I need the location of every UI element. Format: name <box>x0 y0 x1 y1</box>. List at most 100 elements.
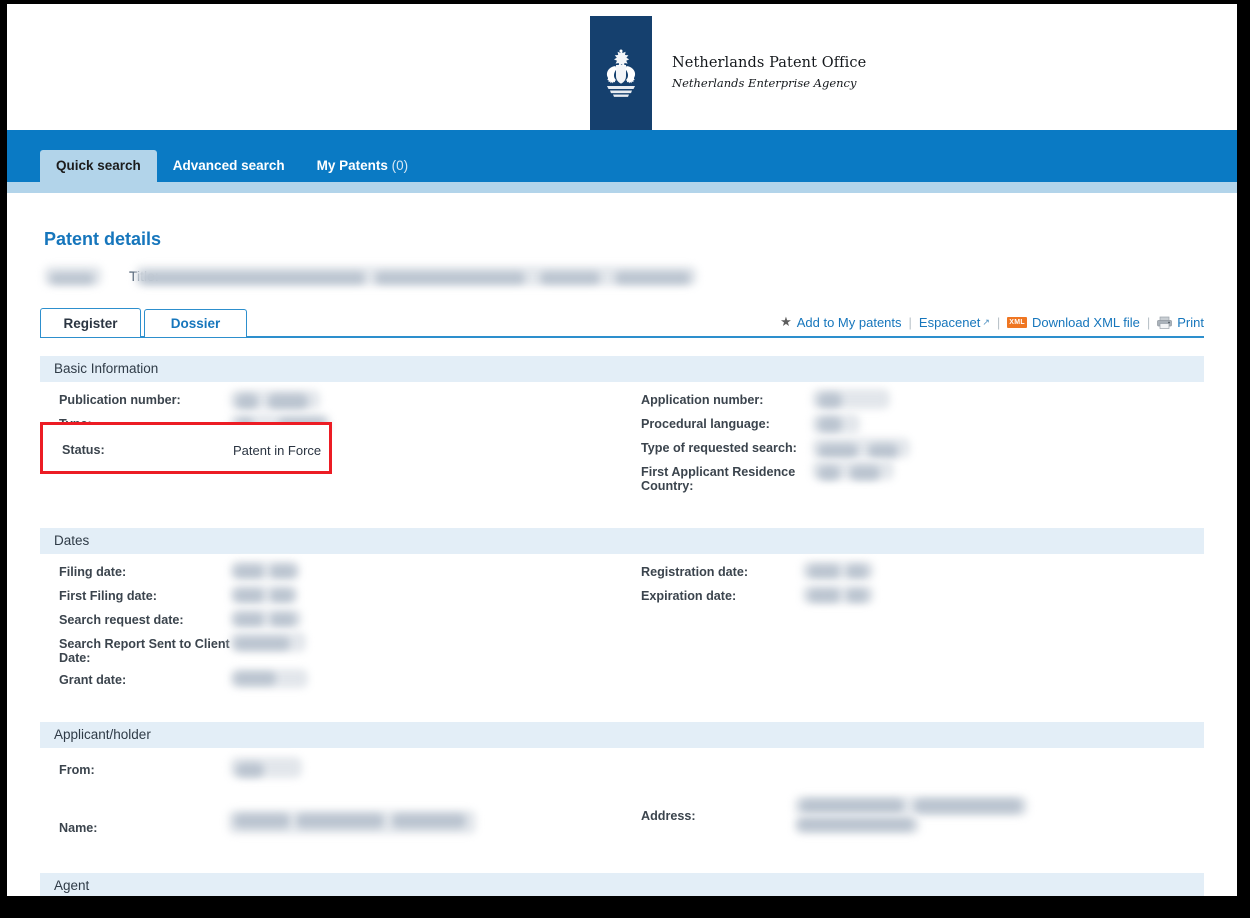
add-to-my-patents-link[interactable]: Add to My patents <box>797 315 902 330</box>
browser-page: Netherlands Patent Office Netherlands En… <box>7 4 1237 896</box>
redaction-patent-title-c <box>540 272 600 284</box>
dates-left-column: Filing date: First Filing date: Search r… <box>40 554 622 704</box>
espacenet-link[interactable]: Espacenet <box>919 315 980 330</box>
redaction-application-number-a <box>818 393 842 408</box>
section-basic-information: Publication number: Type: Status: Patent… <box>40 382 1204 510</box>
redaction-patent-title-a <box>140 272 365 284</box>
label-procedural-language: Procedural language: <box>641 417 770 431</box>
tab-advanced-search[interactable]: Advanced search <box>157 150 301 182</box>
tab-dossier[interactable]: Dossier <box>144 309 247 337</box>
screenshot-frame: Netherlands Patent Office Netherlands En… <box>0 0 1250 918</box>
redaction-applicant-name-a <box>234 814 290 828</box>
download-xml-action[interactable]: XML Download XML file <box>1007 315 1140 330</box>
applicant-left-column: From: Name: <box>40 748 622 855</box>
label-applicant-from: From: <box>59 763 95 777</box>
page-content: Patent details Title: Register Dossier ★ <box>7 229 1237 896</box>
xml-file-icon: XML <box>1007 316 1027 328</box>
redaction-registration-date-a <box>808 565 840 578</box>
redaction-expiration-date-b <box>846 589 868 602</box>
redaction-applicant-from-a <box>236 763 264 777</box>
row-grant-date: Grant date: <box>40 669 622 694</box>
add-to-my-patents-action[interactable]: ★ Add to My patents <box>780 314 901 330</box>
basic-info-right-column: Application number: Procedural language:… <box>622 382 1204 510</box>
row-registration-date: Registration date: <box>622 561 1204 586</box>
row-search-request-date: Search request date: <box>40 609 622 634</box>
label-applicant-address: Address: <box>641 809 696 823</box>
row-type-of-requested-search: Type of requested search: <box>622 438 1204 462</box>
row-procedural-language: Procedural language: <box>622 414 1204 438</box>
download-xml-link[interactable]: Download XML file <box>1032 315 1140 330</box>
row-search-report-sent-date: Search Report Sent to Client Date: <box>40 632 622 668</box>
print-action[interactable]: Print <box>1157 315 1204 330</box>
redaction-publication-number-a <box>236 394 258 409</box>
main-tabs: Quick search Advanced search My Patents … <box>40 150 424 182</box>
redaction-filing-date-b <box>270 565 296 578</box>
section-applicant-holder: From: Name: Address: <box>40 748 1204 855</box>
redaction-first-filing-date-a <box>234 589 264 602</box>
section-header-applicant-holder: Applicant/holder <box>40 722 1204 748</box>
section-dates: Filing date: First Filing date: Search r… <box>40 554 1204 704</box>
redaction-patent-title-d <box>615 272 690 284</box>
label-search-report-sent-date: Search Report Sent to Client Date: <box>59 637 230 666</box>
row-first-filing-date: First Filing date: <box>40 585 622 610</box>
patent-title-row: Title: <box>40 264 1204 294</box>
site-logo: Netherlands Patent Office Netherlands En… <box>590 16 866 130</box>
redaction-first-applicant-country-a <box>818 466 840 480</box>
section-header-basic-information: Basic Information <box>40 356 1204 382</box>
dutch-coat-of-arms-icon <box>606 49 636 97</box>
action-separator-2: | <box>996 314 1001 330</box>
action-links: ★ Add to My patents | Espacenet ↗ | XML … <box>780 314 1204 330</box>
row-applicant-address: Address: <box>622 796 1204 834</box>
label-status: Status: <box>62 443 105 457</box>
brand-line-2: Netherlands Enterprise Agency <box>672 76 857 91</box>
label-first-applicant-residence-country: First Applicant Residence Country: <box>641 465 796 494</box>
redaction-filing-date-a <box>234 565 264 578</box>
label-registration-date: Registration date: <box>641 565 749 579</box>
row-applicant-name: Name: <box>40 810 622 842</box>
tab-quick-search-label: Quick search <box>56 158 141 173</box>
espacenet-action[interactable]: Espacenet ↗ <box>919 315 990 330</box>
redaction-search-type-b <box>868 444 898 458</box>
row-first-applicant-residence-country: First Applicant Residence Country: <box>622 460 1204 494</box>
site-masthead: Netherlands Patent Office Netherlands En… <box>7 4 1237 130</box>
redaction-first-filing-date-b <box>270 589 294 602</box>
action-separator-1: | <box>908 314 912 330</box>
redaction-patent-number-inner <box>50 273 94 284</box>
logo-blue-bar <box>590 16 652 130</box>
redaction-search-report-date-a <box>234 637 290 650</box>
tab-register-label: Register <box>63 316 118 331</box>
redaction-applicant-name-c <box>392 814 466 828</box>
detail-tabs: Register Dossier ★ Add to My patents | E… <box>40 308 1204 337</box>
redaction-search-request-date-b <box>270 613 296 626</box>
label-grant-date: Grant date: <box>59 673 127 687</box>
section-header-agent: Agent <box>40 873 1204 896</box>
basic-info-left-column: Publication number: Type: Status: Patent… <box>40 382 622 510</box>
row-publication-number: Publication number: <box>40 390 622 414</box>
section-header-dates: Dates <box>40 528 1204 554</box>
redaction-publication-number-b <box>268 394 308 409</box>
main-navigation-bar: Quick search Advanced search My Patents … <box>7 130 1237 193</box>
page-title: Patent details <box>44 229 162 249</box>
label-expiration-date: Expiration date: <box>641 589 737 603</box>
tab-dossier-label: Dossier <box>170 316 221 331</box>
row-applicant-from: From: <box>40 757 622 784</box>
value-status: Patent in Force <box>233 443 322 458</box>
tab-register[interactable]: Register <box>40 308 141 337</box>
my-patents-count: (0) <box>391 158 409 173</box>
label-filing-date: Filing date: <box>59 565 127 579</box>
printer-icon <box>1157 316 1173 329</box>
label-applicant-name: Name: <box>59 821 98 835</box>
print-link[interactable]: Print <box>1177 315 1204 330</box>
label-first-filing-date: First Filing date: <box>59 589 157 603</box>
redaction-procedural-language-a <box>818 417 842 432</box>
tab-quick-search[interactable]: Quick search <box>40 150 157 182</box>
label-search-request-date: Search request date: <box>59 613 184 627</box>
logo-wordmark: Netherlands Patent Office Netherlands En… <box>672 54 866 91</box>
row-application-number: Application number: <box>622 389 1204 414</box>
redaction-search-type-a <box>818 444 858 458</box>
tab-my-patents-label: My Patents <box>316 158 388 173</box>
action-separator-3: | <box>1146 314 1151 330</box>
row-filing-date: Filing date: <box>40 561 622 586</box>
tab-advanced-search-label: Advanced search <box>172 158 285 173</box>
tab-my-patents[interactable]: My Patents (0) <box>301 150 425 182</box>
